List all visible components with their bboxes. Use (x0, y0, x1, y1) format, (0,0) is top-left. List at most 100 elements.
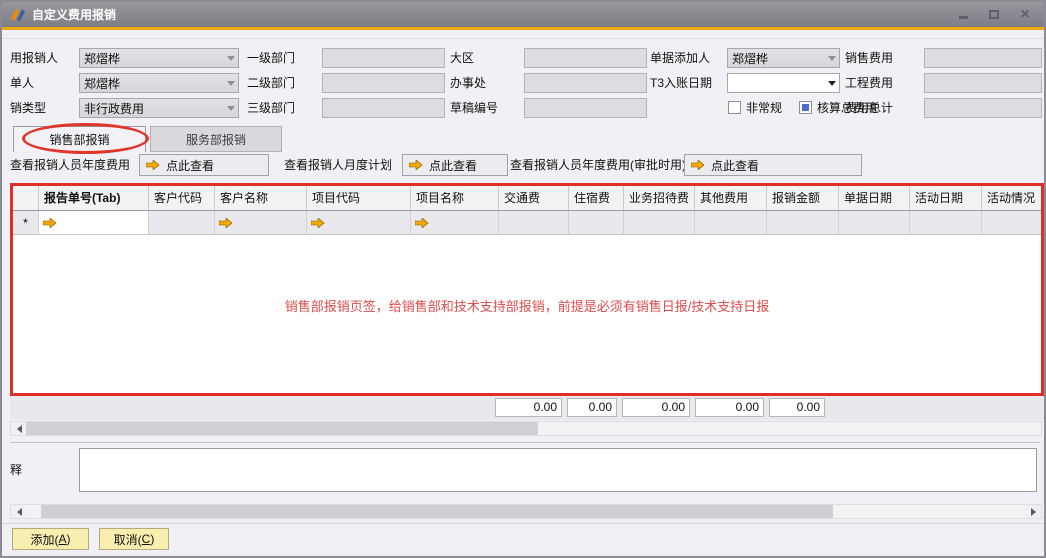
project-fee-field[interactable] (924, 73, 1042, 93)
scrollbar-thumb[interactable] (26, 422, 538, 435)
tab-sales-label: 销售部报销 (49, 131, 109, 148)
col-doc-date[interactable]: 单据日期 (839, 186, 910, 210)
reimburser-combo[interactable]: 郑熠桦 (79, 48, 239, 68)
expense-type-combo[interactable]: 非行政费用 (79, 98, 239, 118)
minimize-icon[interactable] (956, 8, 970, 22)
total-other: 0.00 (695, 398, 764, 417)
col-lodging-fee[interactable]: 住宿费 (569, 186, 624, 210)
col-project-name[interactable]: 项目名称 (411, 186, 499, 210)
note-textarea[interactable] (79, 448, 1037, 492)
scroll-left-icon[interactable] (11, 422, 26, 435)
col-entertainment-fee[interactable]: 业务招待费 (624, 186, 695, 210)
region-field[interactable] (524, 48, 647, 68)
window-title: 自定义费用报销 (32, 6, 116, 23)
totals-bar: 0.00 0.00 0.00 0.00 0.00 (10, 396, 1044, 420)
total-entertainment: 0.00 (622, 398, 690, 417)
cell-project-code[interactable] (307, 211, 411, 235)
red-annotation-text: 销售部报销页签，给销售部和技术支持部报销，前提是必须有销售日报/技术支持日报 (13, 296, 1041, 315)
chevron-down-icon (825, 77, 839, 90)
label-fee-total: 费用总计 (845, 98, 893, 118)
col-reimburse-amount[interactable]: 报销金额 (767, 186, 839, 210)
cancel-button[interactable]: 取消(C) (99, 528, 169, 550)
cell-other-fee[interactable] (695, 211, 767, 235)
view-annual-fee-approval-link[interactable]: 点此查看 (684, 154, 862, 176)
col-selector (13, 186, 39, 210)
dept2-field[interactable] (322, 73, 445, 93)
table-header-row: 报告单号(Tab) 客户代码 客户名称 项目代码 项目名称 交通费 住宿费 业务… (13, 186, 1041, 211)
sales-fee-field[interactable] (924, 48, 1042, 68)
col-activity-info[interactable]: 活动情况 (982, 186, 1044, 210)
label-expense-type: 销类型 (10, 98, 46, 118)
maker-combo[interactable]: 郑熠桦 (79, 73, 239, 93)
expense-type-value: 非行政费用 (80, 100, 224, 117)
cancel-button-text: ) (150, 532, 154, 546)
cell-customer-name[interactable] (215, 211, 307, 235)
nonregular-checkbox[interactable] (728, 101, 741, 114)
label-note: 释 (10, 460, 22, 480)
link-arrow-icon (146, 160, 160, 170)
add-button[interactable]: 添加(A) (12, 528, 89, 550)
cancel-button-text: 取消( (114, 531, 142, 548)
label-dept2: 二级部门 (247, 73, 295, 93)
col-transport-fee[interactable]: 交通费 (499, 186, 569, 210)
label-view-annual-fee-approval: 查看报销人员年度费用(审批时用) (510, 154, 686, 176)
draft-no-field[interactable] (524, 98, 647, 118)
add-button-hotkey: A (58, 532, 66, 546)
title-bar: 自定义费用报销 × (2, 2, 1044, 27)
table-hscrollbar[interactable] (10, 421, 1042, 436)
dept1-field[interactable] (322, 48, 445, 68)
cell-activity-info[interactable] (982, 211, 1044, 235)
expense-table: 报告单号(Tab) 客户代码 客户名称 项目代码 项目名称 交通费 住宿费 业务… (10, 183, 1044, 396)
accent-line (2, 27, 1044, 30)
chevron-down-icon (825, 52, 839, 65)
link-text: 点此查看 (711, 157, 759, 174)
cell-project-name[interactable] (411, 211, 499, 235)
total-lodging: 0.00 (567, 398, 617, 417)
scroll-right-icon[interactable] (1026, 505, 1041, 518)
view-annual-fee-link[interactable]: 点此查看 (139, 154, 269, 176)
divider (10, 442, 1040, 443)
col-customer-name[interactable]: 客户名称 (215, 186, 307, 210)
cell-arrow-icon (219, 218, 233, 228)
t3-date-combo[interactable] (727, 73, 840, 93)
tab-service-dept[interactable]: 服务部报销 (150, 126, 282, 152)
new-row-marker: * (13, 211, 39, 235)
cell-report-no[interactable] (39, 211, 149, 235)
label-nonregular: 非常规 (746, 98, 782, 118)
cell-reimburse-amount[interactable] (767, 211, 839, 235)
link-arrow-icon (691, 160, 705, 170)
scrollbar-thumb[interactable] (41, 505, 833, 518)
col-activity-date[interactable]: 活动日期 (910, 186, 982, 210)
link-text: 点此查看 (429, 157, 477, 174)
bottom-hscrollbar[interactable] (10, 504, 1042, 519)
divider (2, 38, 1044, 39)
dept3-field[interactable] (322, 98, 445, 118)
maximize-icon[interactable] (987, 8, 1001, 22)
fee-total-field[interactable] (924, 98, 1042, 118)
label-reimburser: 用报销人 (10, 48, 58, 68)
col-other-fee[interactable]: 其他费用 (695, 186, 767, 210)
label-view-annual-fee: 查看报销人员年度费用 (10, 154, 130, 176)
cell-lodging-fee[interactable] (569, 211, 624, 235)
cell-doc-date[interactable] (839, 211, 910, 235)
view-monthly-plan-link[interactable]: 点此查看 (402, 154, 508, 176)
cell-transport-fee[interactable] (499, 211, 569, 235)
scroll-left-icon[interactable] (11, 505, 26, 518)
chevron-down-icon (224, 102, 238, 115)
link-arrow-icon (409, 160, 423, 170)
cell-arrow-icon (43, 218, 57, 228)
total-cost-checkbox[interactable] (799, 101, 812, 114)
cell-customer-code[interactable] (149, 211, 215, 235)
divider (2, 523, 1044, 524)
close-icon[interactable]: × (1018, 8, 1032, 22)
office-field[interactable] (524, 73, 647, 93)
col-report-no[interactable]: 报告单号(Tab) (39, 186, 149, 210)
col-customer-code[interactable]: 客户代码 (149, 186, 215, 210)
tab-sales-dept[interactable]: 销售部报销 (13, 126, 146, 152)
col-project-code[interactable]: 项目代码 (307, 186, 411, 210)
label-doc-adder: 单据添加人 (650, 48, 710, 68)
cell-entertainment-fee[interactable] (624, 211, 695, 235)
cell-activity-date[interactable] (910, 211, 982, 235)
doc-adder-combo[interactable]: 郑熠桦 (727, 48, 840, 68)
label-office: 办事处 (450, 73, 486, 93)
